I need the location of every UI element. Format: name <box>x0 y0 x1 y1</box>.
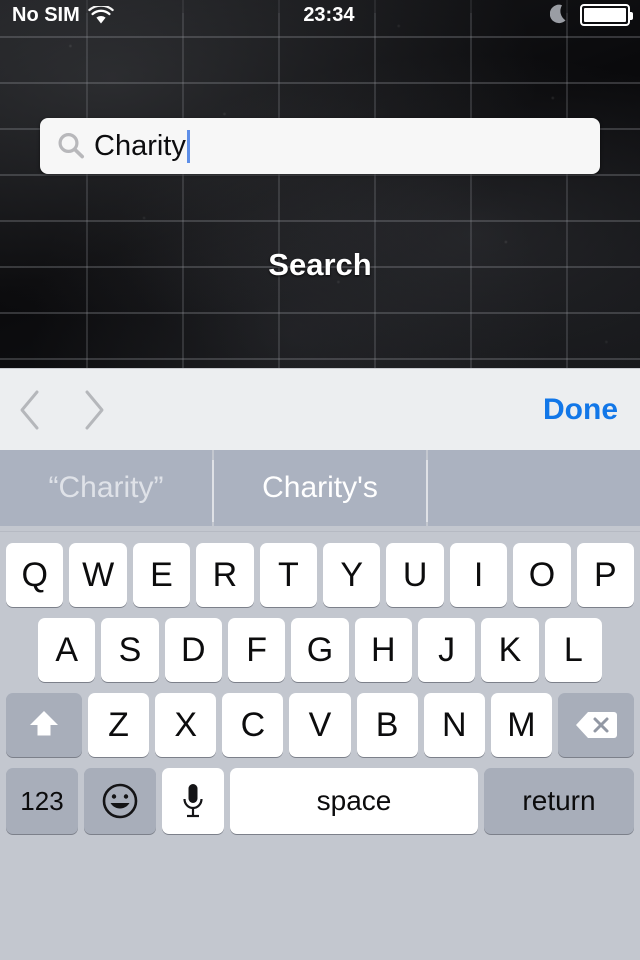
key-g[interactable]: G <box>291 618 349 682</box>
key-n[interactable]: N <box>423 693 485 757</box>
search-icon <box>54 129 94 163</box>
key-c[interactable]: C <box>222 693 284 757</box>
key-l[interactable]: L <box>544 618 602 682</box>
key-b[interactable]: B <box>356 693 418 757</box>
status-bar: No SIM 23:34 <box>0 0 640 30</box>
battery-fill <box>584 8 626 22</box>
key-s[interactable]: S <box>101 618 159 682</box>
key-a[interactable]: A <box>38 618 96 682</box>
keyboard-row-4: 123 space return <box>0 757 640 834</box>
key-i[interactable]: I <box>449 543 508 607</box>
key-m[interactable]: M <box>490 693 552 757</box>
key-e[interactable]: E <box>132 543 191 607</box>
carrier-label: No SIM <box>12 3 80 26</box>
app-content-area <box>0 0 640 368</box>
key-j[interactable]: J <box>417 618 476 682</box>
key-h[interactable]: H <box>354 618 412 682</box>
backspace-key[interactable] <box>557 693 634 757</box>
search-input-value: Charity <box>94 129 186 162</box>
status-bar-left: No SIM <box>0 4 114 27</box>
status-bar-clock: 23:34 <box>303 3 355 26</box>
candidate-0[interactable]: “Charity” <box>0 450 212 526</box>
autocorrect-bar: “Charity” Charity's <box>0 450 640 532</box>
wifi-icon <box>88 5 114 25</box>
candidate-2[interactable] <box>428 450 640 526</box>
key-r[interactable]: R <box>196 543 254 607</box>
key-f[interactable]: F <box>227 618 286 682</box>
search-button[interactable]: Search <box>0 235 640 295</box>
key-q[interactable]: Q <box>6 543 64 607</box>
key-w[interactable]: W <box>69 543 127 607</box>
previous-field-button[interactable] <box>0 369 62 451</box>
battery-icon <box>580 4 633 26</box>
keyboard-row-2: A S D F G H J K L <box>0 607 640 682</box>
next-field-button[interactable] <box>62 369 124 451</box>
keyboard-row-3: Z X C V B N M <box>0 682 640 757</box>
emoji-smiley-icon[interactable] <box>84 768 156 834</box>
text-caret <box>186 129 190 163</box>
onscreen-keyboard: “Charity” Charity's Q W E R T Y U I O P … <box>0 450 640 960</box>
search-input[interactable]: Charity <box>40 118 600 174</box>
key-o[interactable]: O <box>513 543 571 607</box>
key-x[interactable]: X <box>155 693 217 757</box>
status-bar-right <box>550 4 640 26</box>
key-z[interactable]: Z <box>88 693 150 757</box>
key-k[interactable]: K <box>481 618 539 682</box>
phone-screen: No SIM 23:34 Charity Search Done “Charit… <box>0 0 640 960</box>
done-button[interactable]: Done <box>543 393 640 427</box>
brick-wall-background <box>0 0 640 368</box>
candidate-1[interactable]: Charity's <box>214 450 426 526</box>
dictation-key[interactable] <box>162 768 224 834</box>
keyboard-row-1: Q W E R T Y U I O P <box>0 532 640 607</box>
keyboard-accessory-bar: Done <box>0 368 640 450</box>
space-key[interactable]: space <box>230 768 478 834</box>
shift-key[interactable] <box>6 693 82 757</box>
key-v[interactable]: V <box>289 693 351 757</box>
moon-icon <box>550 4 570 26</box>
key-p[interactable]: P <box>576 543 635 607</box>
key-d[interactable]: D <box>164 618 222 682</box>
key-y[interactable]: Y <box>323 543 381 607</box>
key-t[interactable]: T <box>259 543 318 607</box>
numbers-key[interactable]: 123 <box>6 768 78 834</box>
brick-texture-overlay <box>0 0 640 368</box>
key-u[interactable]: U <box>386 543 444 607</box>
return-key[interactable]: return <box>484 768 634 834</box>
